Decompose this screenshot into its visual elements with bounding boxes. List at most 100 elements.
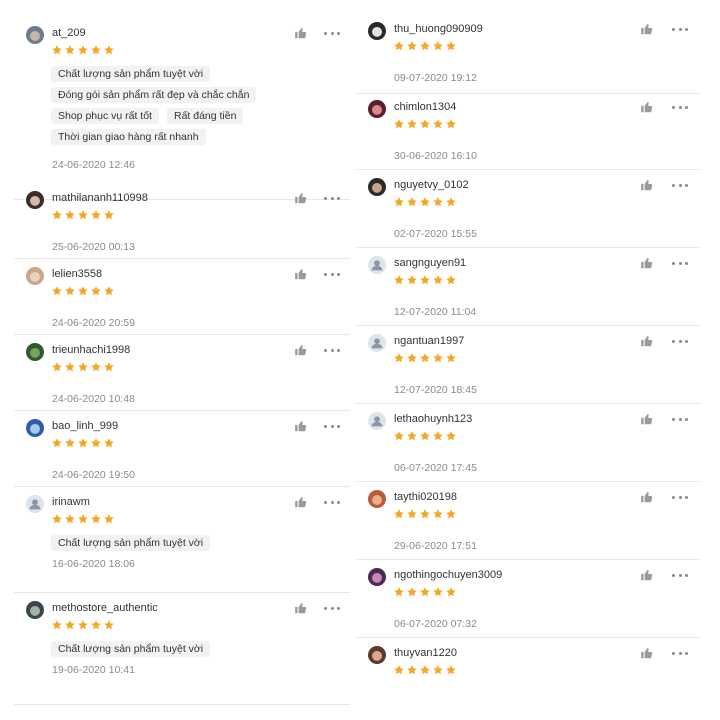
more-dots-icon[interactable] bbox=[324, 495, 340, 509]
user-icon[interactable] bbox=[368, 334, 386, 352]
username[interactable]: mathilananh110998 bbox=[52, 192, 148, 204]
avatar[interactable] bbox=[26, 343, 44, 361]
star-icon bbox=[78, 438, 88, 448]
review-date: 12-07-2020 18:45 bbox=[394, 384, 477, 396]
thumbs-up-icon[interactable] bbox=[640, 490, 654, 504]
thumbs-up-icon[interactable] bbox=[640, 334, 654, 348]
more-dots-icon[interactable] bbox=[324, 267, 340, 281]
thumbs-up-icon[interactable] bbox=[640, 646, 654, 660]
thumbs-up-icon[interactable] bbox=[294, 343, 308, 357]
thumbs-up-icon[interactable] bbox=[640, 100, 654, 114]
star-icon bbox=[420, 353, 430, 363]
more-dots-icon[interactable] bbox=[672, 256, 688, 270]
username[interactable]: trieunhachi1998 bbox=[52, 344, 130, 356]
star-rating bbox=[51, 619, 115, 631]
star-icon bbox=[104, 362, 114, 372]
thumbs-up-icon[interactable] bbox=[294, 191, 308, 205]
more-dots-icon[interactable] bbox=[324, 601, 340, 615]
dot bbox=[672, 27, 675, 31]
username[interactable]: methostore_authentic bbox=[52, 602, 158, 614]
star-icon bbox=[91, 210, 101, 220]
more-dots-icon[interactable] bbox=[324, 419, 340, 433]
star-icon bbox=[104, 210, 114, 220]
username[interactable]: ngothingochuyen3009 bbox=[394, 569, 502, 581]
review-date: 24-06-2020 19:50 bbox=[52, 469, 135, 481]
star-icon bbox=[78, 286, 88, 296]
avatar[interactable] bbox=[368, 646, 386, 664]
more-dots-icon[interactable] bbox=[324, 26, 340, 40]
dot bbox=[337, 500, 340, 504]
more-dots-icon[interactable] bbox=[672, 412, 688, 426]
more-dots-icon[interactable] bbox=[672, 568, 688, 582]
dot bbox=[337, 606, 340, 610]
avatar[interactable] bbox=[26, 419, 44, 437]
dot bbox=[672, 339, 675, 343]
star-icon bbox=[104, 620, 114, 630]
more-dots-icon[interactable] bbox=[672, 646, 688, 660]
star-rating bbox=[51, 44, 115, 56]
more-dots-icon[interactable] bbox=[672, 490, 688, 504]
user-icon[interactable] bbox=[368, 412, 386, 430]
username[interactable]: ngantuan1997 bbox=[394, 335, 464, 347]
username[interactable]: thuyvan1220 bbox=[394, 647, 457, 659]
username[interactable]: bao_linh_999 bbox=[52, 420, 118, 432]
thumbs-up-icon[interactable] bbox=[640, 22, 654, 36]
thumbs-up-icon[interactable] bbox=[294, 601, 308, 615]
thumbs-up-icon[interactable] bbox=[294, 26, 308, 40]
username[interactable]: thu_huong090909 bbox=[394, 23, 483, 35]
avatar[interactable] bbox=[368, 178, 386, 196]
star-icon bbox=[52, 362, 62, 372]
thumbs-up-icon[interactable] bbox=[294, 495, 308, 509]
avatar[interactable] bbox=[26, 191, 44, 209]
more-dots-icon[interactable] bbox=[672, 334, 688, 348]
user-icon[interactable] bbox=[26, 495, 44, 513]
star-icon bbox=[65, 438, 75, 448]
avatar[interactable] bbox=[368, 568, 386, 586]
review-tags: Chất lượng sản phẩm tuyệt vời bbox=[51, 641, 340, 657]
thumbs-up-icon[interactable] bbox=[640, 256, 654, 270]
username[interactable]: lethaohuynh123 bbox=[394, 413, 472, 425]
more-dots-icon[interactable] bbox=[324, 343, 340, 357]
dot bbox=[672, 261, 675, 265]
username[interactable]: taythi020198 bbox=[394, 491, 457, 503]
star-icon bbox=[65, 210, 75, 220]
dot bbox=[330, 196, 334, 200]
username[interactable]: sangnguyen91 bbox=[394, 257, 466, 269]
dot bbox=[324, 424, 327, 428]
star-rating bbox=[51, 361, 115, 373]
avatar[interactable] bbox=[368, 490, 386, 508]
dot bbox=[324, 272, 327, 276]
thumbs-up-icon[interactable] bbox=[640, 412, 654, 426]
thumbs-up-icon[interactable] bbox=[640, 568, 654, 582]
review-item: lethaohuynh123 06-07-2020 17:45 bbox=[356, 404, 700, 482]
star-icon bbox=[394, 587, 404, 597]
username[interactable]: chimlon1304 bbox=[394, 101, 456, 113]
more-dots-icon[interactable] bbox=[672, 22, 688, 36]
avatar[interactable] bbox=[26, 267, 44, 285]
star-icon bbox=[104, 514, 114, 524]
username[interactable]: at_209 bbox=[52, 27, 86, 39]
username[interactable]: lelien3558 bbox=[52, 268, 102, 280]
username[interactable]: irinawm bbox=[52, 496, 90, 508]
review-item: sangnguyen91 12-07-2020 11:04 bbox=[356, 248, 700, 326]
more-dots-icon[interactable] bbox=[672, 100, 688, 114]
avatar[interactable] bbox=[26, 601, 44, 619]
review-item: bao_linh_999 24-06-2020 19:50 bbox=[14, 411, 350, 487]
user-icon[interactable] bbox=[368, 256, 386, 274]
review-date: 12-07-2020 11:04 bbox=[394, 306, 477, 318]
review-tag: Chất lượng sản phẩm tuyệt vời bbox=[51, 535, 211, 551]
thumbs-up-icon[interactable] bbox=[294, 419, 308, 433]
more-dots-icon[interactable] bbox=[672, 178, 688, 192]
thumbs-up-icon[interactable] bbox=[640, 178, 654, 192]
dot bbox=[324, 500, 327, 504]
review-item: trieunhachi1998 24-06-2020 10:48 bbox=[14, 335, 350, 411]
more-dots-icon[interactable] bbox=[324, 191, 340, 205]
review-item: irinawm Chất lượng sản phẩm tuyệt vời 16-0… bbox=[14, 487, 350, 593]
star-rating bbox=[393, 430, 457, 442]
avatar[interactable] bbox=[368, 22, 386, 40]
avatar[interactable] bbox=[368, 100, 386, 118]
thumbs-up-icon[interactable] bbox=[294, 267, 308, 281]
review-date: 06-07-2020 07:32 bbox=[394, 618, 477, 630]
avatar[interactable] bbox=[26, 26, 44, 44]
username[interactable]: nguyetvy_0102 bbox=[394, 179, 469, 191]
